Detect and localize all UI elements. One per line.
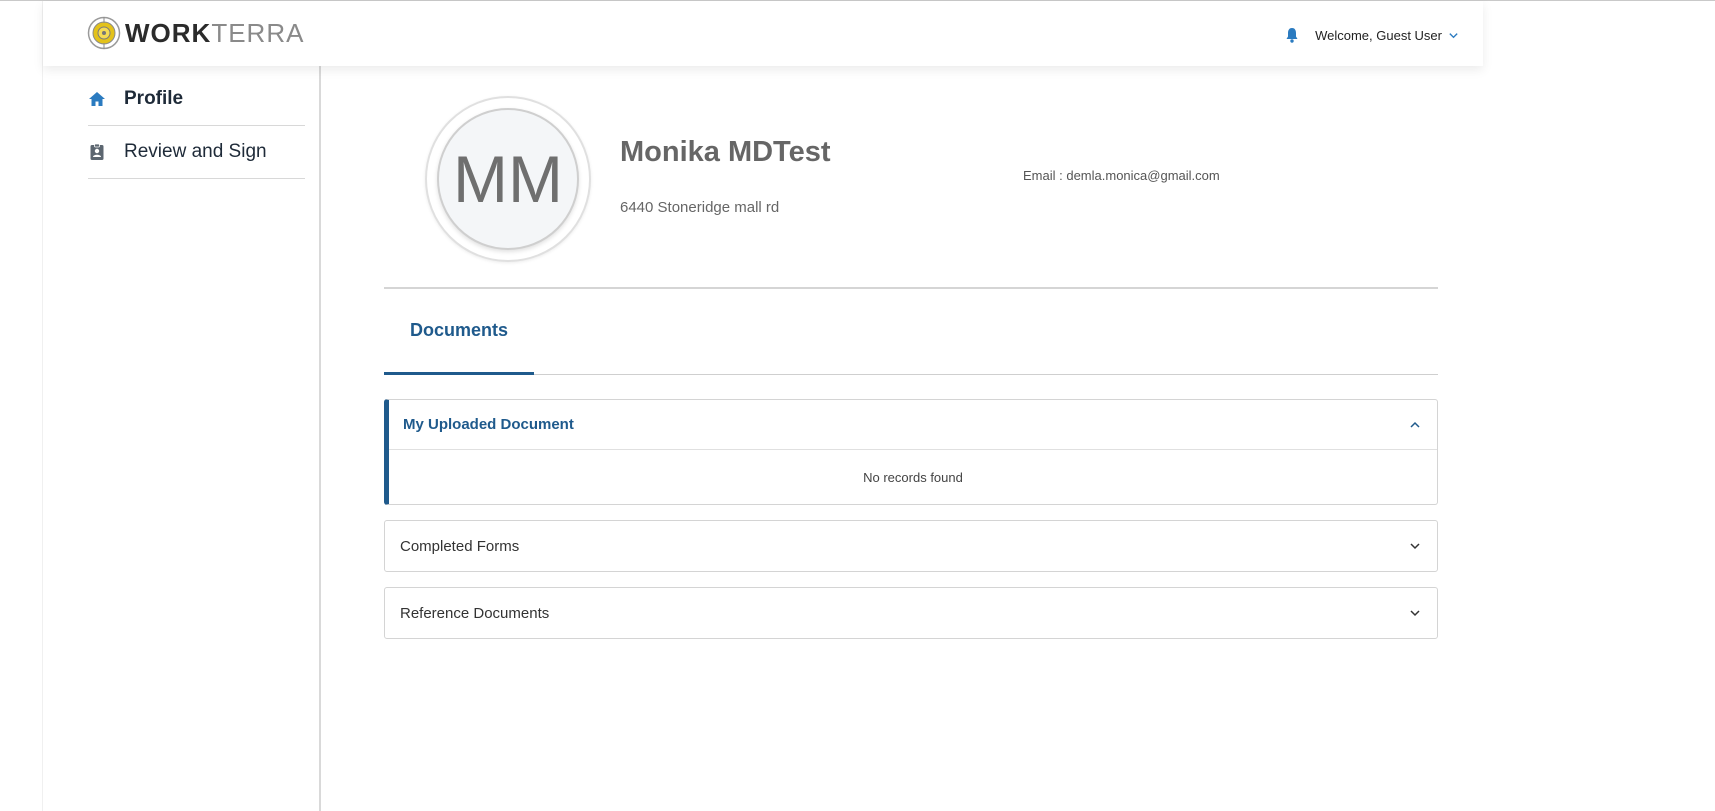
welcome-user-menu[interactable]: Welcome, Guest User [1315, 28, 1442, 43]
sidebar-item-review-and-sign[interactable]: Review and Sign [88, 126, 305, 179]
main-content: MM Monika MDTest 6440 Stoneridge mall rd… [323, 66, 1483, 811]
tab-documents[interactable]: Documents [384, 289, 534, 375]
header-right: Welcome, Guest User [1285, 23, 1459, 47]
accordion-title: Completed Forms [400, 537, 520, 555]
logo-work-text: WORK [125, 18, 212, 48]
sidebar-item-label: Profile [124, 88, 184, 109]
accordion-reference-documents: Reference Documents [384, 587, 1438, 639]
chevron-up-icon[interactable] [1409, 419, 1421, 431]
empty-state-text: No records found [863, 469, 963, 485]
chevron-down-icon[interactable] [1409, 607, 1421, 619]
workterra-wordmark: WORKTERRA [125, 16, 304, 50]
profile-address: 6440 Stoneridge mall rd [620, 199, 780, 216]
app-shell: WORKTERRA Welcome, Guest User Profile Re… [42, 1, 1483, 811]
home-icon [89, 92, 105, 106]
profile-email: Email : demla.monica@gmail.com [1023, 168, 1220, 183]
chevron-down-icon[interactable] [1409, 540, 1421, 552]
accordion-completed-forms: Completed Forms [384, 520, 1438, 572]
chevron-down-icon[interactable] [1448, 30, 1459, 41]
profile-name: Monika MDTest [620, 136, 831, 168]
workterra-logo[interactable]: WORKTERRA [87, 15, 304, 51]
workterra-logo-icon [87, 16, 121, 50]
bell-icon[interactable] [1285, 27, 1299, 43]
tab-bar: Documents [384, 289, 1438, 375]
accordion-title: Reference Documents [400, 604, 550, 622]
accordion-header[interactable]: My Uploaded Document [389, 400, 1437, 450]
id-badge-icon [90, 143, 104, 160]
sidebar-item-profile[interactable]: Profile [88, 73, 305, 126]
sidebar: Profile Review and Sign [43, 66, 321, 811]
accordion-my-uploaded-document: My Uploaded Document No records found [384, 399, 1438, 505]
avatar: MM [425, 96, 591, 262]
accordion-header[interactable]: Completed Forms [385, 521, 1437, 571]
top-header: WORKTERRA Welcome, Guest User [43, 1, 1483, 66]
accordion-title: My Uploaded Document [403, 416, 574, 433]
avatar-initials: MM [437, 108, 579, 250]
sidebar-item-label: Review and Sign [124, 141, 267, 162]
logo-terra-text: TERRA [211, 18, 305, 48]
accordion-header[interactable]: Reference Documents [385, 588, 1437, 638]
